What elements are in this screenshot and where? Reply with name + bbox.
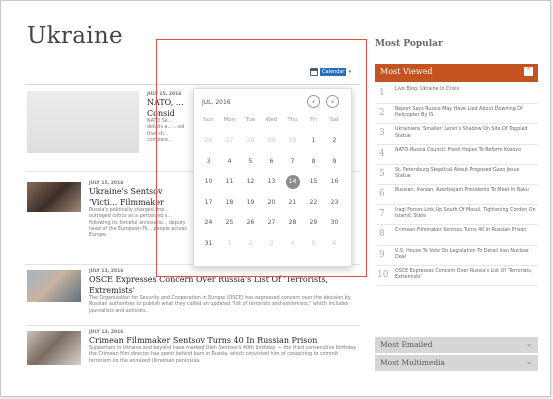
most-emailed-tab[interactable]: Most Emailed ⌄ bbox=[375, 337, 538, 353]
article-excerpt: The Organization for Security and Cooper… bbox=[89, 296, 351, 314]
item-number: 4 bbox=[379, 148, 385, 159]
most-multimedia-tab[interactable]: Most Multimedia ⌄ bbox=[375, 355, 538, 371]
chevron-down-icon: ⌄ bbox=[526, 340, 532, 348]
item-number: 7 bbox=[379, 209, 385, 220]
item-number: 1 bbox=[379, 88, 385, 98]
item-number: 3 bbox=[379, 128, 385, 139]
article-excerpt: Supporters in Ukraine and beyond have ma… bbox=[89, 346, 356, 364]
browser-frame: Ukraine Calendar ▾ JULY 15, 2016 NATO, .… bbox=[0, 0, 551, 397]
most-emailed-label: Most Emailed bbox=[380, 340, 433, 349]
most-viewed-item[interactable]: 2 Report Says Russia May Have Lied About … bbox=[377, 104, 538, 125]
item-number: 8 bbox=[379, 229, 385, 240]
article-image[interactable] bbox=[27, 91, 139, 153]
most-viewed-item[interactable]: 6 Russian, Iranian, Azerbaijani President… bbox=[377, 185, 538, 206]
most-viewed-item[interactable]: 7 Iraqi Forces Link Up South Of Mosul, Ti… bbox=[377, 205, 538, 226]
most-viewed-item[interactable]: 3 Ukrainians 'Smaller' Lenin's Shadow On … bbox=[377, 124, 538, 145]
most-viewed-item[interactable]: 5 St. Petersburg Skeptical About Proposed… bbox=[377, 165, 538, 185]
most-viewed-item[interactable]: 1 Live Blog: Ukraine In Crisis bbox=[377, 84, 538, 105]
chevron-down-icon: ⌄ bbox=[526, 358, 532, 366]
page-title: Ukraine bbox=[27, 23, 123, 49]
item-title[interactable]: St. Petersburg Skeptical About Proposed … bbox=[395, 168, 536, 180]
item-title[interactable]: Report Says Russia May Have Lied About D… bbox=[395, 107, 536, 119]
most-viewed-item[interactable]: 9 U.S. House To Vote On Legislation To De… bbox=[377, 246, 538, 266]
article-thumbnail[interactable] bbox=[27, 182, 81, 212]
item-title[interactable]: Iraqi Forces Link Up South Of Mosul, Tig… bbox=[395, 208, 536, 220]
most-viewed-list: 1 Live Blog: Ukraine In Crisis 2 Report Say… bbox=[377, 84, 538, 286]
article-item: JULY 13, 2016 Crimean Filmmaker Sentsov … bbox=[89, 330, 357, 365]
article-headline[interactable]: Crimean Filmmaker Sentsov Turns 40 In Ru… bbox=[89, 335, 357, 346]
most-multimedia-label: Most Multimedia bbox=[380, 358, 445, 367]
item-number: 2 bbox=[379, 108, 385, 119]
item-title[interactable]: U.S. House To Vote On Legislation To Der… bbox=[395, 249, 536, 261]
divider bbox=[25, 325, 360, 326]
most-viewed-label: Most Viewed bbox=[380, 67, 433, 76]
article-headline[interactable]: OSCE Expresses Concern Over Russia's Lis… bbox=[89, 274, 357, 296]
item-title[interactable]: Live Blog: Ukraine In Crisis bbox=[395, 87, 536, 93]
chevron-up-icon: ^ bbox=[524, 67, 533, 76]
highlight-box bbox=[156, 39, 367, 277]
most-viewed-tab[interactable]: Most Viewed ^ bbox=[375, 64, 538, 82]
item-number: 5 bbox=[379, 168, 385, 179]
most-viewed-item[interactable]: 8 Crimean Filmmaker Sentsov Turns 40 In R… bbox=[377, 225, 538, 246]
item-title[interactable]: NATO-Russia Council: Fresh Hopes To Refo… bbox=[395, 148, 536, 154]
item-title[interactable]: OSCE Expresses Concern Over Russia's Lis… bbox=[395, 269, 536, 281]
item-number: 6 bbox=[379, 188, 385, 199]
sidebar-title: Most Popular bbox=[375, 39, 443, 49]
item-number: 10 bbox=[377, 269, 389, 280]
article-thumbnail[interactable] bbox=[27, 270, 81, 302]
most-viewed-item[interactable]: 10 OSCE Expresses Concern Over Russia's L… bbox=[377, 266, 538, 286]
most-viewed-item[interactable]: 4 NATO-Russia Council: Fresh Hopes To Ref… bbox=[377, 145, 538, 165]
item-number: 9 bbox=[379, 249, 385, 260]
article-thumbnail[interactable] bbox=[27, 331, 81, 365]
item-title[interactable]: Crimean Filmmaker Sentsov Turns 40 In Ru… bbox=[395, 228, 536, 234]
item-title[interactable]: Russian, Iranian, Azerbaijani Presidents… bbox=[395, 188, 536, 194]
item-title[interactable]: Ukrainians 'Smaller' Lenin's Shadow On S… bbox=[395, 127, 536, 139]
